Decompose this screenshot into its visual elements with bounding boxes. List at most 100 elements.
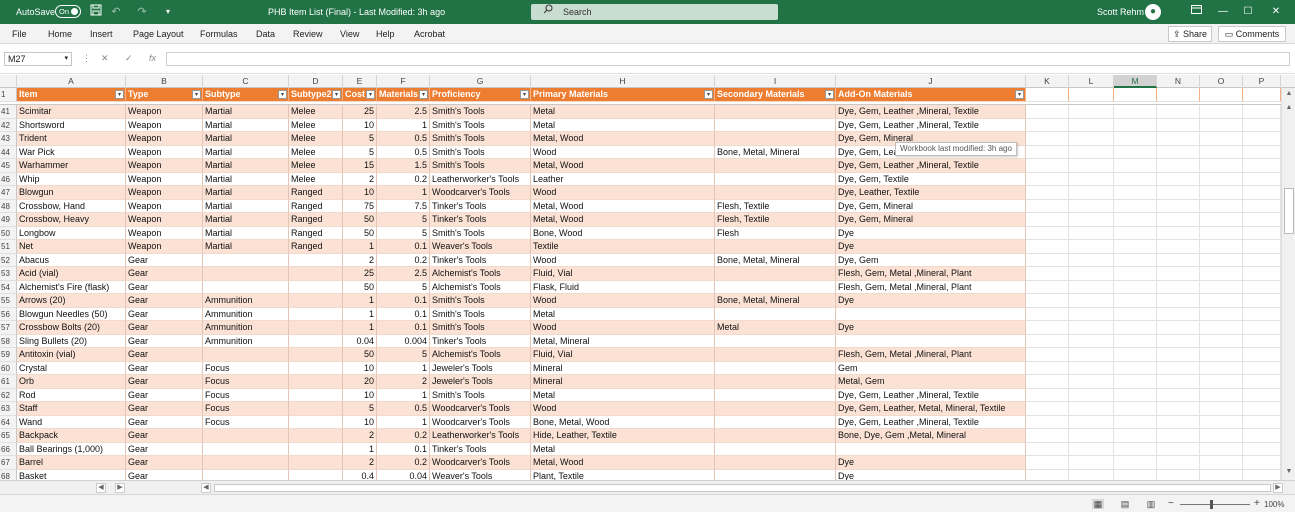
cell[interactable]: Jeweler's Tools bbox=[430, 361, 531, 375]
cell[interactable]: 0.04 bbox=[343, 334, 377, 348]
cell[interactable] bbox=[1243, 226, 1281, 240]
cell[interactable]: Dye bbox=[836, 469, 1026, 480]
formula-input[interactable] bbox=[166, 52, 1290, 66]
column-header-m[interactable]: M bbox=[1114, 75, 1157, 88]
cell[interactable]: Longbow bbox=[17, 226, 126, 240]
cell[interactable]: Gear bbox=[126, 253, 203, 267]
cell[interactable]: Flesh, Gem, Metal ,Mineral, Plant bbox=[836, 348, 1026, 362]
cell[interactable] bbox=[289, 429, 343, 443]
cell[interactable] bbox=[1069, 88, 1114, 102]
cell[interactable]: Gear bbox=[126, 456, 203, 470]
scroll-up-icon[interactable]: ▲ bbox=[1284, 90, 1294, 100]
cell[interactable] bbox=[715, 307, 836, 321]
cell[interactable]: Alchemist's Fire (flask) bbox=[17, 280, 126, 294]
cell[interactable]: Barrel bbox=[17, 456, 126, 470]
cell[interactable] bbox=[1069, 159, 1114, 173]
cell[interactable] bbox=[1200, 88, 1243, 102]
cell[interactable]: Dye bbox=[836, 240, 1026, 254]
cell[interactable]: 5 bbox=[377, 348, 430, 362]
cell[interactable] bbox=[1069, 307, 1114, 321]
cell[interactable] bbox=[1026, 375, 1069, 389]
cell[interactable]: Ammunition bbox=[203, 321, 289, 335]
cell[interactable] bbox=[1157, 240, 1200, 254]
cell[interactable] bbox=[1157, 172, 1200, 186]
tab-page-layout[interactable]: Page Layout bbox=[133, 29, 184, 39]
cell[interactable] bbox=[1200, 267, 1243, 281]
cell[interactable] bbox=[1069, 456, 1114, 470]
cell[interactable] bbox=[1157, 159, 1200, 173]
cell[interactable]: 1 bbox=[343, 321, 377, 335]
cell[interactable]: Dye, Leather, Textile bbox=[836, 186, 1026, 200]
cell[interactable] bbox=[1243, 105, 1281, 119]
cell[interactable] bbox=[1114, 172, 1157, 186]
autosave-toggle[interactable]: On bbox=[55, 5, 81, 18]
cell[interactable] bbox=[1200, 253, 1243, 267]
cell[interactable]: 5 bbox=[343, 132, 377, 146]
cell[interactable] bbox=[289, 334, 343, 348]
cell[interactable]: Metal, Gem bbox=[836, 375, 1026, 389]
cell[interactable]: Weapon bbox=[126, 226, 203, 240]
next-sheet-icon[interactable]: ▶ bbox=[115, 483, 125, 493]
cell[interactable] bbox=[836, 334, 1026, 348]
cell[interactable] bbox=[1243, 415, 1281, 429]
cell[interactable]: 0.1 bbox=[377, 321, 430, 335]
cell[interactable] bbox=[289, 321, 343, 335]
cell[interactable]: Focus bbox=[203, 415, 289, 429]
cell[interactable] bbox=[1026, 132, 1069, 146]
cell[interactable] bbox=[1114, 469, 1157, 480]
cell[interactable]: 7.5 bbox=[377, 199, 430, 213]
row-header[interactable]: 64 bbox=[0, 415, 17, 429]
column-header-n[interactable]: N bbox=[1157, 75, 1200, 88]
cell[interactable] bbox=[1069, 105, 1114, 119]
cell[interactable] bbox=[1243, 267, 1281, 281]
cell[interactable] bbox=[1200, 186, 1243, 200]
cell[interactable]: Martial bbox=[203, 186, 289, 200]
cell[interactable] bbox=[1243, 280, 1281, 294]
cell[interactable]: Gear bbox=[126, 321, 203, 335]
cell[interactable] bbox=[1243, 429, 1281, 443]
cell[interactable]: 1 bbox=[377, 388, 430, 402]
cell[interactable]: Melee bbox=[289, 145, 343, 159]
cell[interactable] bbox=[289, 442, 343, 456]
cell[interactable]: 1 bbox=[377, 361, 430, 375]
cell[interactable]: 1 bbox=[343, 307, 377, 321]
cell[interactable] bbox=[1200, 240, 1243, 254]
chevron-down-icon[interactable]: ▾ bbox=[64, 53, 68, 65]
cell[interactable] bbox=[1069, 145, 1114, 159]
cell[interactable]: Wood bbox=[531, 294, 715, 308]
cell[interactable] bbox=[1069, 375, 1114, 389]
cell[interactable]: 0.2 bbox=[377, 172, 430, 186]
tab-home[interactable]: Home bbox=[48, 29, 72, 39]
cell[interactable]: Ammunition bbox=[203, 294, 289, 308]
cell[interactable] bbox=[1157, 267, 1200, 281]
cell[interactable] bbox=[1157, 118, 1200, 132]
function-icon[interactable]: fx bbox=[149, 53, 156, 63]
cell[interactable]: Weaver's Tools bbox=[430, 240, 531, 254]
filter-dropdown-icon[interactable]: ▾ bbox=[366, 90, 375, 99]
cell[interactable] bbox=[289, 456, 343, 470]
cell[interactable]: Dye, Gem, Leather ,Mineral, Textile bbox=[836, 118, 1026, 132]
cell[interactable]: 2 bbox=[343, 429, 377, 443]
filter-dropdown-icon[interactable]: ▾ bbox=[115, 90, 124, 99]
row-header[interactable]: 55 bbox=[0, 294, 17, 308]
undo-icon[interactable]: ↶ bbox=[108, 4, 124, 20]
cell[interactable]: Rod bbox=[17, 388, 126, 402]
cell[interactable]: Melee bbox=[289, 118, 343, 132]
cell[interactable]: Weapon bbox=[126, 145, 203, 159]
cell[interactable]: Scimitar bbox=[17, 105, 126, 119]
cell[interactable] bbox=[715, 348, 836, 362]
cell[interactable] bbox=[1114, 267, 1157, 281]
cell[interactable]: Smith's Tools bbox=[430, 226, 531, 240]
cell[interactable]: 0.5 bbox=[377, 132, 430, 146]
cell[interactable] bbox=[1157, 321, 1200, 335]
cell[interactable]: Hide, Leather, Textile bbox=[531, 429, 715, 443]
cell[interactable] bbox=[715, 186, 836, 200]
page-layout-view-icon[interactable]: ▤ bbox=[1119, 499, 1131, 509]
cell[interactable] bbox=[1026, 307, 1069, 321]
cell[interactable]: Weapon bbox=[126, 213, 203, 227]
cell[interactable] bbox=[1114, 199, 1157, 213]
table-header-cell[interactable]: Item ▾ bbox=[17, 88, 126, 102]
table-header-cell[interactable]: Secondary Materials ▾ bbox=[715, 88, 836, 102]
cell[interactable] bbox=[1026, 469, 1069, 480]
cell[interactable] bbox=[1114, 388, 1157, 402]
